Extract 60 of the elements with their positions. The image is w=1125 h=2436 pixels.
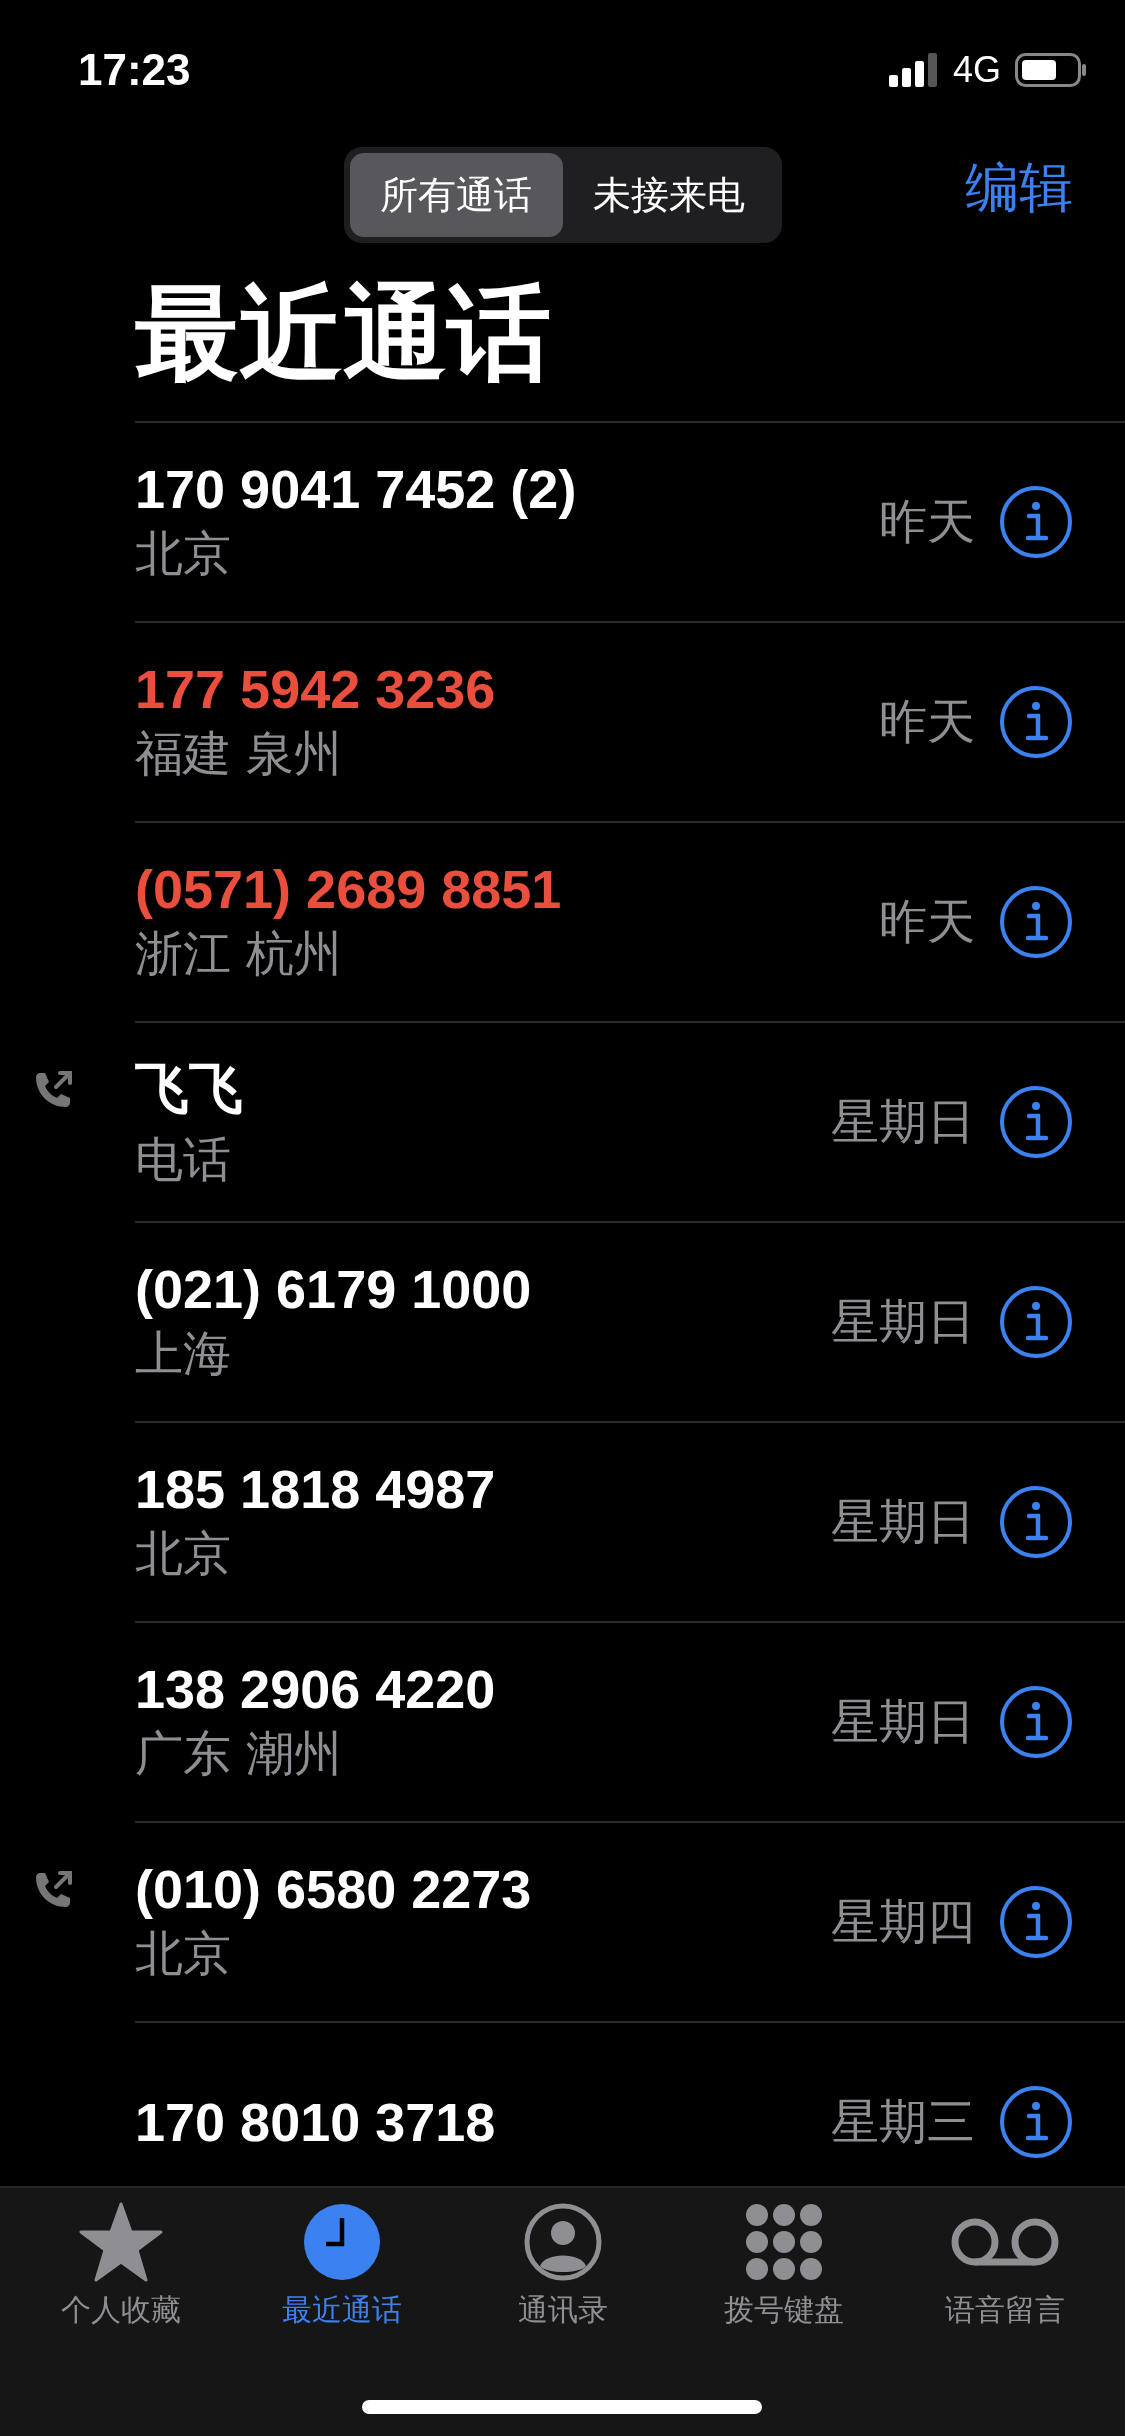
keypad-icon	[743, 2202, 824, 2282]
info-icon[interactable]	[999, 1285, 1073, 1359]
info-icon[interactable]	[999, 485, 1073, 559]
status-time: 17:23	[78, 45, 191, 95]
call-date: 星期日	[831, 1092, 975, 1151]
star-icon	[78, 2202, 163, 2282]
caller-number: 138 2906 4220	[135, 1658, 496, 1720]
caller-number: (0571) 2689 8851	[135, 858, 562, 920]
info-icon[interactable]	[999, 1885, 1073, 1959]
call-date: 星期日	[831, 1292, 975, 1351]
call-date: 星期日	[831, 1692, 975, 1751]
caller-location: 上海	[135, 1324, 231, 1383]
caller-location: 浙江 杭州	[135, 924, 343, 983]
info-icon[interactable]	[999, 1485, 1073, 1559]
caller-location: 电话	[135, 1129, 231, 1189]
segment-tab[interactable]: 所有通话	[349, 153, 563, 237]
caller-number: 177 5942 3236	[135, 658, 496, 720]
caller-number: (021) 6179 1000	[135, 1258, 532, 1320]
info-icon[interactable]	[999, 685, 1073, 759]
call-date: 星期日	[831, 1492, 975, 1551]
info-icon[interactable]	[999, 885, 1073, 959]
contact-icon	[522, 2202, 603, 2282]
caller-location: 北京	[135, 524, 231, 583]
signal-icon	[888, 53, 939, 87]
caller-location: 北京	[135, 1924, 231, 1983]
clock-icon	[301, 2202, 382, 2282]
call-row[interactable]: 177 5942 3236 福建 泉州 昨天	[0, 623, 1125, 823]
info-icon[interactable]	[999, 2085, 1073, 2159]
caller-number: 185 1818 4987	[135, 1458, 496, 1520]
tab-bar-item[interactable]: 个人收藏	[20, 2202, 221, 2331]
call-row[interactable]: 170 9041 7452 (2) 北京 昨天	[0, 423, 1125, 623]
call-date: 昨天	[879, 892, 975, 951]
tab-bar-item[interactable]: 最近通话	[241, 2202, 442, 2331]
caller-number: 飞飞	[135, 1056, 243, 1120]
edit-button[interactable]: 编辑	[965, 152, 1073, 225]
tab-bar-item[interactable]: 通讯录	[462, 2202, 663, 2331]
call-date: 昨天	[879, 692, 975, 751]
caller-location: 广东 潮州	[135, 1724, 343, 1783]
caller-number: 170 9041 7452 (2)	[135, 458, 577, 520]
caller-number: 170 8010 3718	[135, 2091, 496, 2153]
caller-number: (010) 6580 2273	[135, 1858, 532, 1920]
caller-location: 福建 泉州	[135, 724, 343, 783]
call-row[interactable]: 138 2906 4220 广东 潮州 星期日	[0, 1623, 1125, 1823]
segment-tab[interactable]: 未接来电	[562, 153, 776, 237]
info-icon[interactable]	[999, 1685, 1073, 1759]
page-title: 最近通话	[135, 250, 1125, 423]
info-icon[interactable]	[999, 1085, 1073, 1159]
call-date: 星期四	[831, 1892, 975, 1951]
tab-bar-item[interactable]: 语音留言	[904, 2202, 1105, 2331]
tab-bar-item[interactable]: 拨号键盘	[683, 2202, 884, 2331]
call-row[interactable]: 185 1818 4987 北京 星期日	[0, 1423, 1125, 1623]
call-row[interactable]: 飞飞 电话 星期日	[0, 1023, 1125, 1223]
call-date: 星期三	[831, 2092, 975, 2151]
caller-location: 北京	[135, 1524, 231, 1583]
call-row[interactable]: (010) 6580 2273 北京 星期四	[0, 1823, 1125, 2023]
call-row[interactable]: (021) 6179 1000 上海 星期日	[0, 1223, 1125, 1423]
call-row[interactable]: (0571) 2689 8851 浙江 杭州 昨天	[0, 823, 1125, 1023]
battery-icon	[1015, 53, 1087, 87]
call-date: 昨天	[879, 492, 975, 551]
network-label: 4G	[952, 49, 1001, 91]
